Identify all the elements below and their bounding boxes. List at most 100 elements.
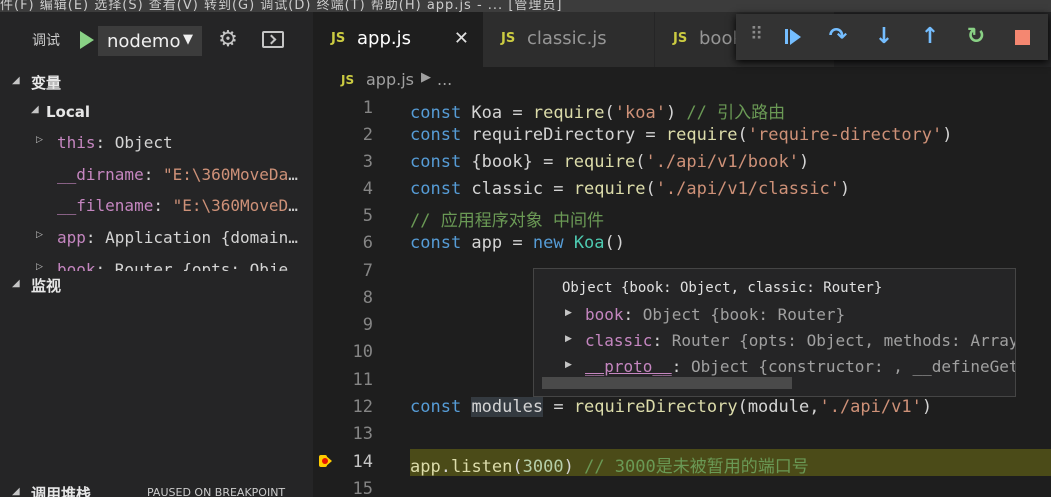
chevron-right-icon: ▶ — [421, 70, 431, 85]
hover-row[interactable]: ▶ book: Object {book: Router} — [534, 302, 1015, 328]
code-line: 3 const {book} = require('./api/v1/book'… — [313, 149, 1051, 176]
launch-config-value: nodemo — [107, 31, 181, 52]
editor-group: JS app.js ✕ JS classic.js JS book.js JS … — [313, 12, 1051, 497]
code-line: 12 const modules = requireDirectory(modu… — [313, 394, 1051, 421]
debug-console-icon[interactable] — [262, 31, 284, 48]
menu-bar: 件(F) 编辑(E) 选择(S) 查看(V) 转到(G) 调试(D) 终端(T)… — [0, 0, 1051, 12]
debug-toolbar-floating: ⠿ ↷ ↓ ↑ ↻ — [736, 14, 1048, 60]
line-number: 8 — [362, 288, 373, 308]
collapse-icon: ◢ — [12, 486, 20, 497]
variable-row[interactable]: __dirname: "E:\360MoveData\Users\Adminis… — [0, 162, 313, 188]
line-number: 15 — [352, 479, 373, 497]
tab-app-js[interactable]: JS app.js ✕ — [313, 12, 483, 67]
code-text: const app = new Koa() — [410, 233, 626, 253]
expand-icon: ▷ — [36, 230, 43, 240]
line-number: 13 — [352, 424, 373, 444]
line-number: 12 — [352, 397, 373, 417]
code-line: 5 // 应用程序对象 中间件 — [313, 203, 1051, 231]
debug-sidebar: 调试 nodemo ▼ ⚙ ◢ 变量 ◢ Local ▷ this: Objec… — [0, 12, 313, 497]
tab-label: app.js — [357, 28, 411, 49]
tab-label: classic.js — [527, 28, 607, 49]
gear-icon[interactable]: ⚙ — [216, 27, 240, 53]
hover-var-value: Router {opts: Object, methods: Array(7),… — [671, 331, 1015, 350]
variable-name: __filename — [57, 196, 154, 215]
js-file-icon: JS — [331, 31, 346, 46]
callstack-section-header[interactable]: ◢ 调用堆栈 PAUSED ON BREAKPOINT — [0, 479, 313, 497]
menu-bar-text: 件(F) 编辑(E) 选择(S) 查看(V) 转到(G) 调试(D) 终端(T)… — [0, 0, 563, 12]
line-number: 1 — [362, 98, 373, 118]
tab-classic-js[interactable]: JS classic.js — [483, 12, 655, 67]
variable-value: "E:\360MoveData\Users\Administrator\Desk… — [172, 196, 307, 215]
line-number: 5 — [362, 206, 373, 226]
callstack-status: PAUSED ON BREAKPOINT — [147, 486, 286, 497]
variables-section-title: 变量 — [31, 74, 62, 92]
breakpoint-pause-icon[interactable] — [319, 455, 333, 469]
variable-name: this — [57, 133, 96, 152]
stop-icon[interactable] — [1008, 23, 1036, 51]
code-text: const modules = requireDirectory(module,… — [410, 397, 933, 417]
step-into-icon[interactable]: ↓ — [870, 23, 898, 51]
line-number: 9 — [362, 315, 373, 335]
variable-value: Object — [114, 133, 173, 152]
step-out-icon[interactable]: ↑ — [916, 23, 944, 51]
collapse-icon: ◢ — [12, 278, 20, 289]
debug-hover-widget: Object {book: Object, classic: Router} ▶… — [533, 268, 1016, 397]
drag-handle-icon[interactable]: ⠿ — [750, 24, 763, 45]
variable-name: __dirname — [57, 165, 144, 184]
code-line-current: 14 app.listen(3000) // 3000是未被暂用的端口号 — [313, 449, 1051, 477]
debug-view-title: 调试 — [32, 33, 60, 49]
chevron-down-icon: ▼ — [183, 32, 193, 47]
breadcrumb: JS app.js ▶ ... — [313, 67, 1051, 95]
code-line: 6 const app = new Koa() — [313, 230, 1051, 257]
code-line: 4 const classic = require('./api/v1/clas… — [313, 176, 1051, 203]
line-number: 11 — [352, 370, 373, 390]
expand-icon: ▶ — [565, 308, 572, 318]
code-line: 2 const requireDirectory = require('requ… — [313, 122, 1051, 149]
code-line: 13 — [313, 421, 1051, 448]
hover-var-name: classic — [585, 331, 653, 350]
restart-icon[interactable]: ↻ — [962, 23, 990, 51]
expand-icon: ▶ — [565, 360, 572, 370]
variable-row[interactable]: ▷ app: Application {domain: undefined, .… — [0, 225, 313, 251]
variable-row[interactable]: __filename: "E:\360MoveData\Users\Admini… — [0, 193, 313, 219]
line-number: 10 — [352, 342, 373, 362]
hover-var-value: Object {book: Router} — [642, 305, 846, 324]
js-file-icon: JS — [501, 31, 516, 46]
line-number: 7 — [362, 261, 373, 281]
variable-name: app — [57, 228, 86, 247]
breadcrumb-more[interactable]: ... — [437, 70, 452, 89]
close-icon[interactable]: ✕ — [454, 28, 469, 49]
watch-section-title: 监视 — [31, 277, 62, 295]
scope-local[interactable]: ◢ Local — [0, 100, 313, 124]
variable-value: Application {domain: undefined, ...} — [105, 228, 307, 247]
code-text: const {book} = require('./api/v1/book') — [410, 152, 810, 172]
variables-section-header[interactable]: ◢ 变量 — [0, 68, 313, 96]
step-over-icon[interactable]: ↷ — [824, 23, 852, 51]
code-text: app.listen(3000) // 3000是未被暂用的端口号 — [410, 457, 809, 477]
start-debugging-icon[interactable] — [74, 27, 96, 53]
hover-var-name: book — [585, 305, 624, 324]
hover-row[interactable]: ▶ classic: Router {opts: Object, methods… — [534, 328, 1015, 354]
variable-row[interactable]: ▷ this: Object — [0, 130, 313, 156]
scope-label: Local — [46, 103, 91, 121]
variables-tree: ◢ Local ▷ this: Object __dirname: "E:\36… — [0, 96, 313, 271]
variable-value: "E:\360MoveData\Users\Administrator\Desk… — [162, 165, 307, 184]
horizontal-scrollbar[interactable] — [542, 377, 792, 389]
breadcrumb-file[interactable]: app.js — [366, 70, 414, 89]
line-number: 6 — [362, 233, 373, 253]
watch-section-header[interactable]: ◢ 监视 — [0, 271, 313, 299]
variable-row[interactable]: ▷ book: Router {opts: Object, ...} — [0, 257, 313, 271]
code-line: 15 — [313, 476, 1051, 497]
code-text: const Koa = require('koa') // 引入路由 — [410, 103, 786, 123]
code-text: const classic = require('./api/v1/classi… — [410, 179, 851, 199]
continue-icon[interactable] — [778, 23, 806, 51]
code-text: const requireDirectory = require('requir… — [410, 125, 953, 145]
js-file-icon: JS — [341, 73, 355, 87]
launch-config-select[interactable]: nodemo ▼ — [98, 26, 202, 56]
debug-view-toolbar: 调试 nodemo ▼ ⚙ — [0, 12, 313, 68]
collapse-icon: ◢ — [12, 75, 20, 86]
expand-icon: ▷ — [36, 135, 43, 145]
expand-icon: ▶ — [565, 334, 572, 344]
hover-var-value: Object {constructor: , __defineGetter__:… — [690, 357, 1015, 376]
line-number: 3 — [362, 152, 373, 172]
